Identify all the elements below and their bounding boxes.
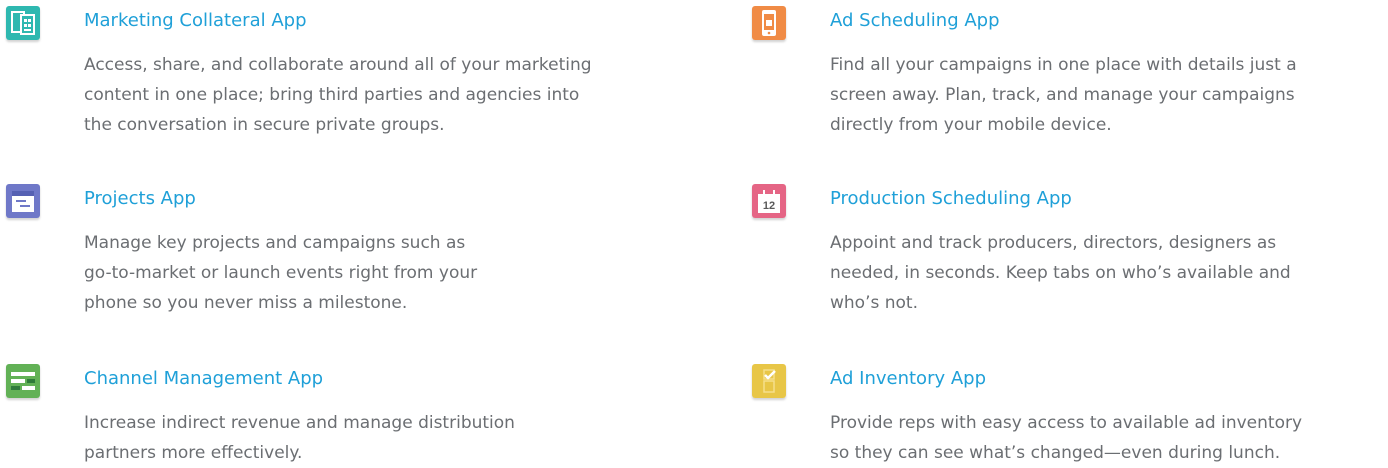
calendar-icon: 12 [752,184,786,218]
description-line: go-to-market or launch events right from… [84,263,478,283]
app-title[interactable]: Marketing Collateral App [84,10,307,31]
app-title[interactable]: Ad Inventory App [830,368,986,389]
description-line: Increase indirect revenue and manage dis… [84,413,515,433]
description-line: directly from your mobile device. [830,115,1112,135]
app-title[interactable]: Projects App [84,188,196,209]
app-description: Appoint and track producers, directors, … [830,228,1291,318]
description-line: phone so you never miss a milestone. [84,293,408,313]
documents-icon [6,6,40,40]
description-line: content in one place; bring third partie… [84,85,580,105]
app-description: Provide reps with easy access to availab… [830,408,1302,468]
app-title[interactable]: Production Scheduling App [830,188,1072,209]
bars-icon [6,364,40,398]
description-line: who’s not. [830,293,918,313]
app-title[interactable]: Ad Scheduling App [830,10,1000,31]
description-line: Provide reps with easy access to availab… [830,413,1303,433]
mobile-phone-icon [752,6,786,40]
description-line: needed, in seconds. Keep tabs on who’s a… [830,263,1291,283]
app-description: Find all your campaigns in one place wit… [830,50,1297,140]
description-line: Access, share, and collaborate around al… [84,55,592,75]
app-description: Access, share, and collaborate around al… [84,50,592,140]
description-line: Manage key projects and campaigns such a… [84,233,466,253]
description-line: partners more effectively. [84,443,303,463]
description-line: Appoint and track producers, directors, … [830,233,1277,253]
window-icon [6,184,40,218]
description-line: the conversation in secure private group… [84,115,445,135]
app-title[interactable]: Channel Management App [84,368,323,389]
checklist-icon [752,364,786,398]
description-line: so they can see what’s changed—even duri… [830,443,1281,463]
description-line: screen away. Plan, track, and manage you… [830,85,1295,105]
app-description: Manage key projects and campaigns such a… [84,228,477,318]
description-line: Find all your campaigns in one place wit… [830,55,1297,75]
app-description: Increase indirect revenue and manage dis… [84,408,515,468]
calendar-day: 12 [763,200,775,212]
